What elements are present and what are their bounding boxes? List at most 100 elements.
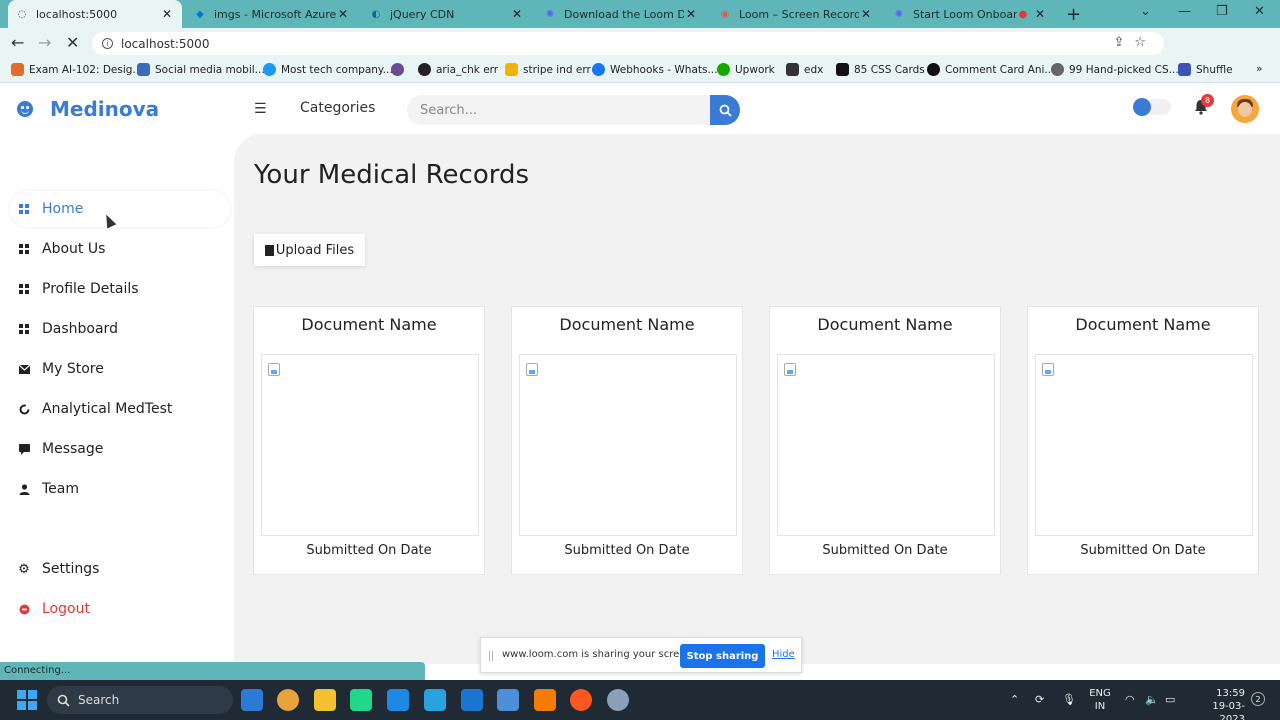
gear-icon: ⚙ — [18, 561, 30, 577]
document-image — [261, 354, 479, 536]
forward-icon[interactable]: → — [38, 33, 51, 52]
recording-icon: ● — [1018, 8, 1028, 20]
sidebar-item-logout[interactable]: Logout — [10, 591, 230, 627]
windows-start-icon[interactable] — [17, 690, 37, 710]
sidebar-item-message[interactable]: Message — [10, 431, 230, 467]
stop-sharing-button[interactable]: Stop sharing — [680, 644, 765, 668]
photos-icon[interactable] — [497, 689, 519, 711]
brand-logo[interactable]: Medinova — [50, 97, 159, 121]
jquery-icon: ◐ — [371, 8, 381, 20]
site-info-icon[interactable]: i — [102, 38, 113, 49]
close-tab-icon[interactable]: ✕ — [510, 7, 524, 21]
browser-tab[interactable]: ◆ imgs - Microsoft Azure ✕ — [186, 0, 358, 28]
share-icon[interactable]: ⇪ — [1113, 35, 1134, 50]
new-tab-icon[interactable]: + — [1066, 4, 1081, 25]
bookmark[interactable]: Most tech company... — [263, 63, 393, 76]
battery-icon[interactable]: ▭ — [1165, 693, 1175, 706]
close-window-icon[interactable]: ✕ — [1254, 4, 1265, 19]
close-tab-icon[interactable]: ✕ — [859, 7, 873, 21]
categories-link[interactable]: Categories — [300, 100, 375, 116]
search-button[interactable] — [710, 95, 740, 125]
restore-icon[interactable]: ❐ — [1216, 4, 1228, 19]
bookmark[interactable]: Webhooks - Whats... — [592, 63, 717, 76]
browser-tab[interactable]: ✺ Download the Loom Deskto ✕ — [536, 0, 706, 28]
tray-overflow-icon[interactable]: ⌃ — [1010, 693, 1019, 706]
vscode-icon[interactable] — [241, 689, 263, 711]
bookmark[interactable]: Social media mobil... — [137, 63, 265, 76]
theme-toggle[interactable] — [1133, 98, 1171, 116]
url-bar[interactable]: i localhost:5000 ⇪☆ — [92, 32, 1164, 55]
bookmark[interactable]: 85 CSS Cards — [836, 63, 925, 76]
notification-badge: 8 — [1201, 94, 1214, 107]
bookmark[interactable] — [391, 63, 409, 76]
document-name: Document Name — [817, 315, 953, 334]
wifi-icon[interactable]: ◠ — [1125, 693, 1135, 706]
browser-tab[interactable]: ◌ localhost:5000 ✕ — [8, 0, 182, 28]
logout-icon — [18, 603, 30, 615]
sidebar-item-about-us[interactable]: About Us — [10, 231, 230, 267]
sync-icon[interactable]: ⟳ — [1035, 693, 1044, 706]
document-card[interactable]: Document Name Submitted On Date — [511, 306, 743, 575]
bookmarks-bar: Exam AI-102: Desig... Social media mobil… — [0, 59, 1280, 83]
user-avatar[interactable] — [1231, 95, 1259, 123]
volume-muted-icon[interactable]: 🔈 — [1145, 693, 1159, 706]
mail-icon[interactable] — [387, 689, 409, 711]
settings-icon[interactable] — [607, 689, 629, 711]
xampp-icon[interactable] — [534, 689, 556, 711]
minimize-icon[interactable]: — — [1178, 4, 1191, 19]
stripe-icon — [505, 63, 518, 76]
virtualbox-icon[interactable] — [424, 689, 446, 711]
language-indicator[interactable]: ENG IN — [1087, 687, 1113, 713]
taskbar-clock[interactable]: 13:59 19-03-2023 — [1191, 687, 1245, 720]
hide-link[interactable]: Hide — [772, 649, 795, 660]
taskbar-search[interactable]: Search — [47, 686, 233, 714]
bookmark[interactable]: stripe ind err — [505, 63, 591, 76]
bookmark[interactable]: aria_chk err — [418, 63, 498, 76]
browser-tab[interactable]: ✺ Start Loom Onboardin ● ✕ — [885, 0, 1055, 28]
postman-icon[interactable] — [570, 689, 592, 711]
bookmark[interactable]: Exam AI-102: Desig... — [11, 63, 142, 76]
bookmark[interactable]: Upwork — [717, 63, 775, 76]
back-icon[interactable]: ← — [11, 33, 24, 52]
stop-loading-icon[interactable]: ✕ — [66, 33, 79, 52]
upload-files-button[interactable]: Upload Files — [254, 234, 365, 266]
file-explorer-icon[interactable] — [314, 689, 336, 711]
sidebar-item-my-store[interactable]: My Store — [10, 351, 230, 387]
sidebar-item-analytical-medtest[interactable]: Analytical MedTest — [10, 391, 230, 427]
notification-center-badge[interactable]: 2 — [1251, 692, 1265, 706]
sidebar-item-dashboard[interactable]: Dashboard — [10, 311, 230, 347]
sidebar-item-home[interactable]: Home — [10, 191, 230, 227]
document-card[interactable]: Document Name Submitted On Date — [1027, 306, 1259, 575]
search-bar — [407, 95, 740, 125]
share-message: www.loom.com is sharing your screen. — [502, 649, 695, 660]
bookmark[interactable]: Comment Card Ani... — [927, 63, 1054, 76]
menu-toggle-icon[interactable]: ☰ — [254, 101, 267, 117]
notepad-icon[interactable] — [461, 689, 483, 711]
screen-share-bar: www.loom.com is sharing your screen. Sto… — [480, 637, 802, 673]
more-bookmarks-icon[interactable]: » — [1256, 63, 1262, 75]
search-input[interactable] — [407, 95, 710, 125]
browser-tab[interactable]: ◐ jQuery CDN ✕ — [362, 0, 532, 28]
close-tab-icon[interactable]: ✕ — [160, 7, 174, 21]
chrome-icon[interactable] — [277, 689, 299, 711]
sidebar-item-team[interactable]: Team — [10, 471, 230, 507]
drag-handle-icon[interactable] — [489, 651, 493, 661]
pycharm-icon[interactable] — [350, 689, 372, 711]
bookmark[interactable]: edx — [786, 63, 823, 76]
close-tab-icon[interactable]: ✕ — [336, 7, 350, 21]
mail-icon — [18, 363, 30, 375]
search-icon — [57, 694, 70, 707]
tab-search-icon[interactable]: ⌄ — [1140, 4, 1151, 19]
sidebar-item-profile-details[interactable]: Profile Details — [10, 271, 230, 307]
document-card[interactable]: Document Name Submitted On Date — [769, 306, 1001, 575]
close-tab-icon[interactable]: ✕ — [1033, 7, 1047, 21]
loom-recorder-icon: ◉ — [720, 8, 730, 20]
browser-tab[interactable]: ◉ Loom – Screen Recorder & ✕ — [711, 0, 881, 28]
close-tab-icon[interactable]: ✕ — [684, 7, 698, 21]
microphone-icon[interactable]: 🎙 — [1062, 693, 1076, 706]
document-card[interactable]: Document Name Submitted On Date — [253, 306, 485, 575]
bookmark[interactable]: Shuffle — [1178, 63, 1233, 76]
bookmark-star-icon[interactable]: ☆ — [1134, 35, 1156, 50]
bookmark[interactable]: 99 Hand-picked CS... — [1051, 63, 1179, 76]
sidebar-item-settings[interactable]: ⚙ Settings — [10, 551, 230, 587]
